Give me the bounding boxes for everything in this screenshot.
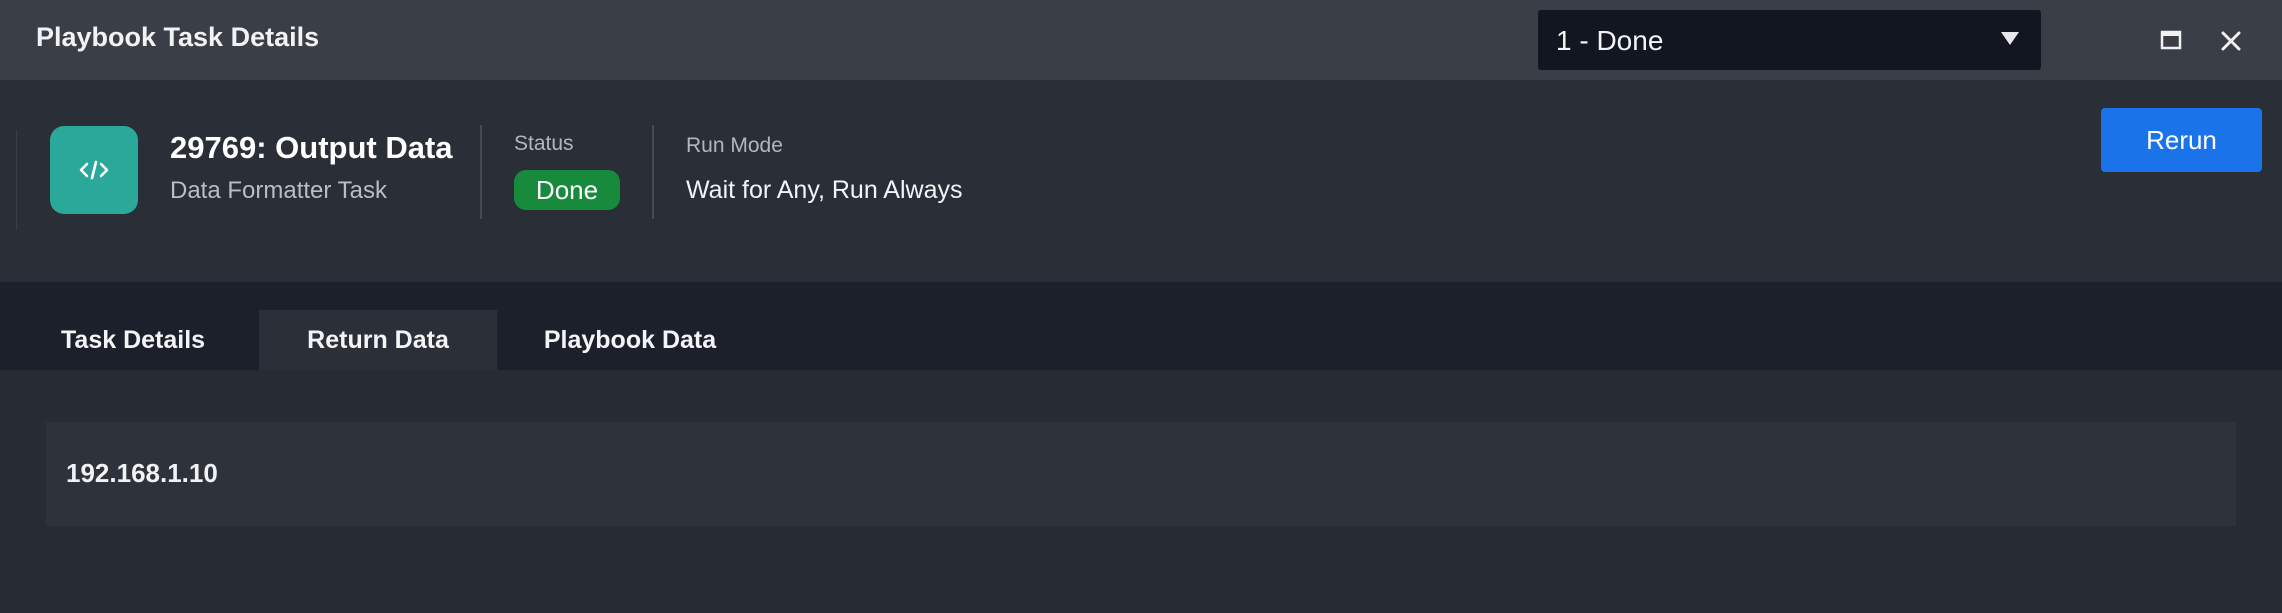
divider [652, 125, 654, 219]
close-button[interactable] [2212, 22, 2250, 60]
run-selector-value: 1 - Done [1556, 25, 1664, 56]
close-icon [2221, 31, 2241, 51]
status-label: Status [514, 132, 574, 155]
rerun-button[interactable]: Rerun [2101, 108, 2262, 172]
task-name: 29769: Output Data [170, 130, 453, 165]
task-header: 29769: Output Data Data Formatter Task S… [0, 80, 2282, 282]
title-bar: Playbook Task Details 1 - Done [0, 0, 2282, 80]
return-data-box: 192.168.1.10 [46, 422, 2236, 526]
tab-task-details[interactable]: Task Details [40, 310, 260, 370]
run-selector-dropdown[interactable]: 1 - Done [1538, 10, 2041, 70]
task-type-icon-tile [50, 126, 138, 214]
tab-playbook-data[interactable]: Playbook Data [520, 310, 740, 370]
run-mode-label: Run Mode [686, 134, 783, 157]
return-data-panel: 192.168.1.10 [0, 370, 2282, 613]
run-mode-value: Wait for Any, Run Always [686, 176, 963, 204]
return-data-value: 192.168.1.10 [66, 458, 218, 488]
maximize-icon [2160, 30, 2182, 50]
task-type: Data Formatter Task [170, 177, 387, 204]
tab-return-data[interactable]: Return Data [259, 310, 497, 370]
status-badge: Done [514, 170, 620, 210]
window-title: Playbook Task Details [36, 22, 320, 52]
divider [16, 130, 17, 230]
code-icon [79, 160, 109, 180]
tab-bar: Task Details Return Data Playbook Data [0, 282, 2282, 370]
chevron-down-icon [2001, 32, 2019, 45]
maximize-button[interactable] [2152, 22, 2190, 60]
divider [480, 125, 482, 219]
